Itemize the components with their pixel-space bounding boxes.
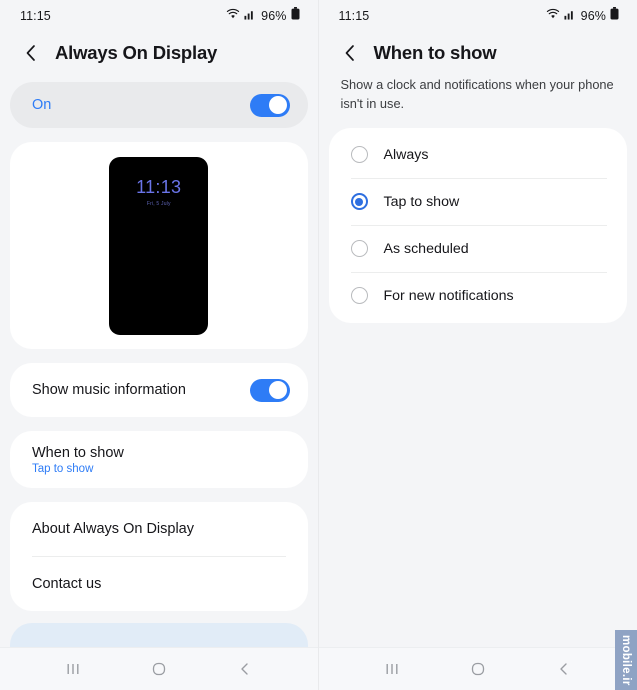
preview-clock-date: Fri, 5 July bbox=[146, 200, 171, 207]
status-bar-icons: 96% bbox=[546, 7, 619, 25]
about-contact-card: About Always On Display Contact us bbox=[10, 502, 308, 612]
battery-icon bbox=[291, 7, 300, 25]
contact-us-label: Contact us bbox=[32, 576, 102, 593]
show-music-information-card: Show music information bbox=[10, 363, 308, 418]
show-music-information-switch[interactable] bbox=[249, 378, 290, 402]
back-chevron-icon[interactable] bbox=[340, 42, 360, 64]
signal-icon bbox=[244, 7, 256, 25]
contact-us-row[interactable]: Contact us bbox=[10, 557, 308, 611]
site-watermark: mobile.ir bbox=[615, 630, 637, 690]
toggle-knob bbox=[269, 381, 287, 400]
preview-clock-time: 11:13 bbox=[136, 176, 182, 197]
page-title: Always On Display bbox=[55, 42, 218, 63]
toggle-knob bbox=[269, 96, 287, 114]
battery-percent: 96% bbox=[580, 9, 606, 23]
preview-clock: 11:13 Fri, 5 July bbox=[109, 177, 208, 207]
option-label-tap-to-show: Tap to show bbox=[383, 193, 460, 210]
status-bar: 11:15 96% bbox=[0, 0, 318, 32]
show-music-information-row[interactable]: Show music information bbox=[10, 363, 308, 417]
radio-button-for-new-notifications[interactable] bbox=[350, 287, 368, 305]
system-navigation-bar bbox=[0, 647, 318, 690]
option-row-as-scheduled[interactable]: As scheduled bbox=[329, 226, 628, 272]
row-text: Show music information bbox=[32, 382, 186, 398]
about-always-on-display-row[interactable]: About Always On Display bbox=[10, 502, 308, 556]
page-title: When to show bbox=[373, 42, 497, 63]
recents-icon[interactable] bbox=[51, 654, 95, 684]
radio-button-always[interactable] bbox=[350, 146, 368, 164]
option-row-always[interactable]: Always bbox=[329, 132, 628, 178]
option-label-as-scheduled: As scheduled bbox=[383, 240, 469, 257]
show-music-information-label: Show music information bbox=[32, 382, 186, 399]
wifi-icon bbox=[226, 7, 240, 25]
option-row-for-new-notifications[interactable]: For new notifications bbox=[329, 273, 628, 319]
system-navigation-bar bbox=[318, 647, 637, 690]
battery-icon bbox=[610, 7, 619, 25]
page-header: Always On Display bbox=[0, 32, 318, 78]
master-toggle-label: On bbox=[32, 97, 52, 113]
home-icon[interactable] bbox=[456, 654, 500, 684]
screen-when-to-show: 11:15 96% When to show Show a clock and … bbox=[318, 0, 637, 690]
signal-icon bbox=[564, 7, 576, 25]
home-icon[interactable] bbox=[137, 654, 181, 684]
option-row-tap-to-show[interactable]: Tap to show bbox=[329, 179, 628, 225]
status-bar-time: 11:15 bbox=[20, 9, 51, 23]
status-bar-icons: 96% bbox=[226, 7, 299, 25]
phone-preview: 11:13 Fri, 5 July bbox=[109, 156, 209, 335]
wifi-icon bbox=[546, 7, 560, 25]
recents-icon[interactable] bbox=[370, 654, 414, 684]
when-to-show-label: When to show bbox=[32, 444, 124, 461]
radio-button-as-scheduled[interactable] bbox=[350, 240, 368, 258]
screen-always-on-display: 11:15 96% Always On Display On 11:13 Fri… bbox=[0, 0, 319, 690]
radio-button-tap-to-show[interactable] bbox=[350, 193, 368, 211]
when-to-show-options-card: Always Tap to show As scheduled For new … bbox=[328, 127, 628, 323]
when-to-show-row[interactable]: When to show Tap to show bbox=[10, 433, 308, 487]
page-description: Show a clock and notifications when your… bbox=[340, 77, 614, 111]
when-to-show-value: Tap to show bbox=[32, 462, 94, 475]
next-card-peek[interactable] bbox=[10, 623, 308, 647]
back-chevron-icon[interactable] bbox=[223, 654, 267, 684]
option-label-always: Always bbox=[383, 146, 429, 163]
row-text: When to show Tap to show bbox=[32, 445, 124, 475]
right-spacer bbox=[319, 323, 637, 647]
master-toggle-switch[interactable] bbox=[249, 93, 290, 117]
battery-percent: 96% bbox=[261, 9, 287, 23]
when-to-show-card: When to show Tap to show bbox=[10, 431, 308, 489]
always-on-display-master-toggle-row[interactable]: On bbox=[10, 82, 308, 128]
status-bar: 11:15 96% bbox=[319, 0, 637, 32]
back-chevron-icon[interactable] bbox=[21, 42, 41, 64]
about-always-on-display-label: About Always On Display bbox=[32, 521, 194, 538]
back-chevron-icon[interactable] bbox=[542, 654, 586, 684]
watermark-text: mobile.ir bbox=[620, 634, 632, 686]
status-bar-time: 11:15 bbox=[338, 9, 370, 23]
dual-screenshot-container: 11:15 96% Always On Display On 11:13 Fri… bbox=[0, 0, 637, 690]
option-label-for-new-notifications: For new notifications bbox=[383, 287, 514, 304]
page-header: When to show bbox=[319, 32, 637, 78]
aod-preview-card[interactable]: 11:13 Fri, 5 July bbox=[10, 142, 308, 350]
